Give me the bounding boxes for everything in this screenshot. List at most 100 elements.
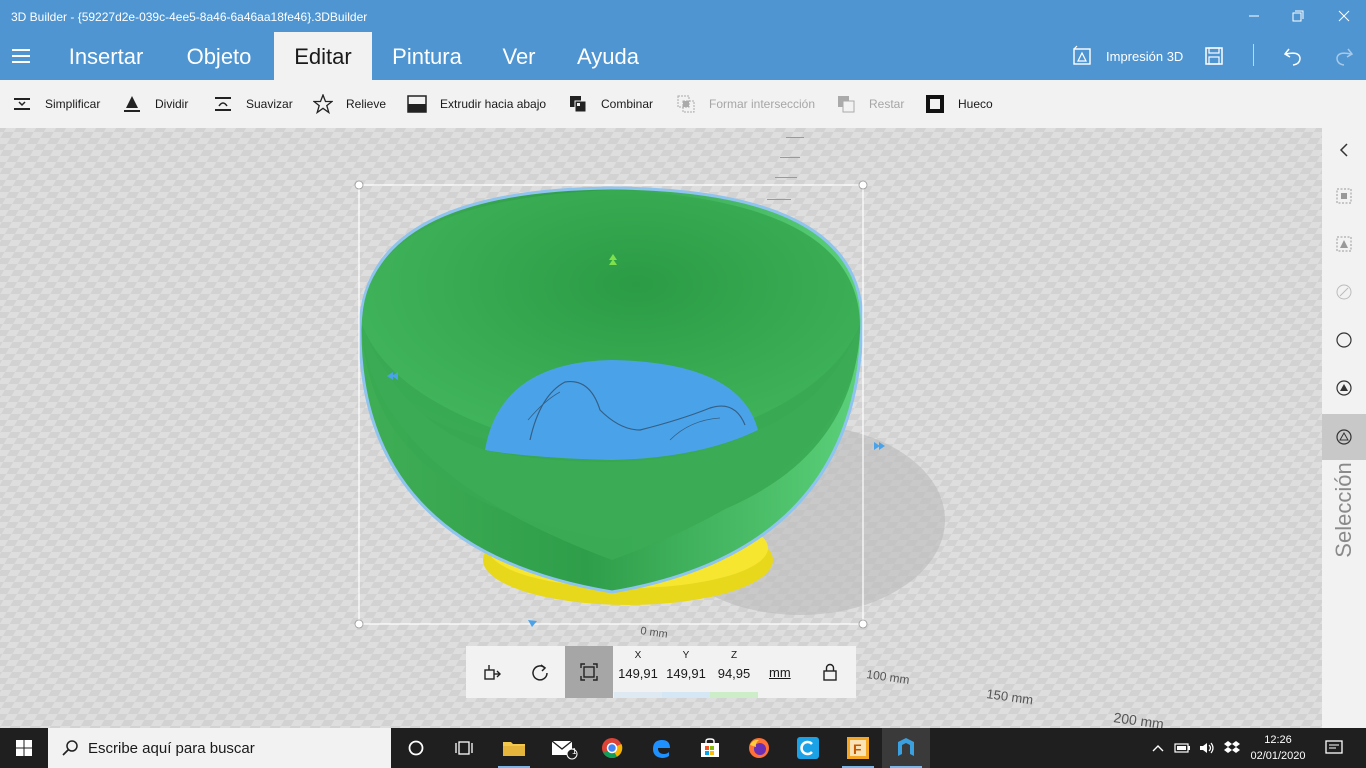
merge-button[interactable]: Combinar [568, 80, 653, 128]
fusion-icon: F [847, 737, 869, 759]
taskbar-search-box[interactable]: Escribe aquí para buscar [48, 728, 391, 768]
emboss-button[interactable]: Relieve [313, 80, 386, 128]
intersect-button[interactable]: Formar intersección [676, 80, 815, 128]
z-dimension-field[interactable]: Z 94,95 [710, 646, 758, 698]
split-label: Dividir [155, 97, 189, 111]
split-icon [122, 94, 142, 114]
redo-button[interactable] [1332, 32, 1354, 80]
move-tool-button[interactable] [468, 646, 516, 698]
lock-icon [823, 663, 837, 681]
tab-editar[interactable]: Editar [274, 32, 372, 80]
split-button[interactable]: Dividir [122, 80, 188, 128]
rotate-icon [532, 664, 548, 681]
clock[interactable]: 12:26 02/01/2020 [1244, 732, 1312, 764]
y-value[interactable]: 149,91 [662, 666, 710, 681]
mesh-select-icon [1336, 380, 1352, 396]
y-dimension-field[interactable]: Y 149,91 [662, 646, 710, 698]
title-bar: 3D Builder - {59227d2e-039c-4ee5-8a46-6a… [0, 0, 1366, 32]
menu-icon[interactable] [12, 49, 30, 63]
undo-icon [1283, 48, 1301, 66]
select-faces-button[interactable] [1322, 222, 1366, 266]
emboss-star-icon [313, 94, 333, 114]
show-hidden-icons[interactable] [1146, 728, 1170, 768]
task-view-icon [455, 741, 473, 755]
x-label: X [634, 650, 642, 661]
y-label: Y [682, 650, 690, 661]
print-3d-button[interactable]: Impresión 3D [1072, 32, 1183, 80]
extrude-down-button[interactable]: Extrudir hacia abajo [407, 80, 546, 128]
edge-app[interactable] [637, 728, 685, 768]
select-vertices-button[interactable] [1322, 318, 1366, 362]
subtract-button[interactable]: Restar [836, 80, 904, 128]
x-value[interactable]: 149,91 [614, 666, 662, 681]
action-center-button[interactable] [1322, 728, 1346, 768]
simplify-icon [12, 94, 32, 114]
merge-label: Combinar [601, 97, 654, 111]
select-mesh-button[interactable] [1322, 366, 1366, 410]
chevron-up-icon [1152, 745, 1164, 752]
simplify-label: Simplificar [45, 97, 101, 111]
select-edges-button[interactable] [1322, 270, 1366, 314]
lock-proportions-button[interactable] [806, 646, 854, 698]
save-button[interactable] [1204, 32, 1226, 80]
move-icon [484, 665, 501, 680]
scale-icon [580, 663, 598, 681]
3d-builder-icon [898, 738, 914, 756]
select-objects-button[interactable] [1322, 174, 1366, 218]
scene-canvas[interactable]: 0 mm 100 mm 150 mm 200 mm [0, 128, 1322, 728]
tab-insertar[interactable]: Insertar [54, 32, 158, 80]
tab-objeto[interactable]: Objeto [166, 32, 272, 80]
3d-viewport[interactable]: 0 mm 100 mm 150 mm 200 mm [0, 128, 1322, 728]
restore-button[interactable] [1287, 6, 1307, 26]
intersect-label: Formar intersección [709, 97, 816, 111]
selection-panel-title: Selección [1331, 462, 1356, 558]
firefox-app[interactable] [735, 728, 783, 768]
chevron-left-icon [1339, 143, 1348, 157]
close-button[interactable] [1334, 6, 1354, 26]
simplify-button[interactable]: Simplificar [12, 80, 100, 128]
undo-button[interactable] [1283, 32, 1305, 80]
task-view-button[interactable] [440, 728, 488, 768]
start-button[interactable] [0, 728, 48, 768]
ccleaner-icon [797, 737, 819, 759]
store-app[interactable] [686, 728, 734, 768]
taskbar: Escribe aquí para buscar 1 F 12:26 02/01… [0, 728, 1366, 768]
chrome-icon [602, 738, 623, 759]
dropbox-tray[interactable] [1220, 728, 1244, 768]
battery-indicator[interactable] [1170, 728, 1194, 768]
hollow-button[interactable]: Hueco [925, 80, 993, 128]
volume-control[interactable] [1195, 728, 1219, 768]
mail-app[interactable]: 1 [540, 728, 588, 768]
smooth-button[interactable]: Suavizar [213, 80, 293, 128]
scale-tool-button[interactable] [565, 646, 613, 698]
file-explorer-app[interactable] [490, 728, 538, 768]
subtract-icon [836, 94, 856, 114]
search-placeholder: Escribe aquí para buscar [88, 739, 255, 757]
select-edge-icon [1336, 284, 1352, 300]
merge-icon [568, 94, 588, 114]
cortana-button[interactable] [392, 728, 440, 768]
z-value[interactable]: 94,95 [710, 666, 758, 681]
select-face-icon [1336, 236, 1352, 252]
fusion-app[interactable]: F [834, 728, 882, 768]
tab-ver[interactable]: Ver [490, 32, 548, 80]
emboss-label: Relieve [346, 97, 387, 111]
hollow-label: Hueco [958, 97, 993, 111]
x-dimension-field[interactable]: X 149,91 [614, 646, 662, 698]
rotate-tool-button[interactable] [516, 646, 564, 698]
select-triangle-button[interactable] [1322, 414, 1366, 460]
minimize-button[interactable] [1244, 6, 1264, 26]
hollow-icon [925, 94, 945, 114]
store-icon [701, 738, 719, 757]
collapse-panel-button[interactable] [1322, 128, 1366, 172]
chrome-app[interactable] [588, 728, 636, 768]
ccleaner-app[interactable] [784, 728, 832, 768]
ribbon-tabs: Insertar Objeto Editar Pintura Ver Ayuda… [0, 32, 1366, 80]
firefox-icon [749, 738, 769, 758]
3d-builder-app[interactable] [882, 728, 930, 768]
unit-selector[interactable]: mm [769, 665, 791, 680]
tab-ayuda[interactable]: Ayuda [566, 32, 650, 80]
print-3d-icon [1073, 45, 1091, 65]
tab-pintura[interactable]: Pintura [378, 32, 476, 80]
speaker-icon [1200, 742, 1214, 754]
